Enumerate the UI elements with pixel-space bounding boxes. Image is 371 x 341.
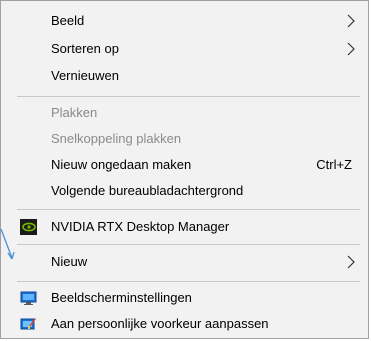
desktop-context-menu: Beeld Sorteren op Vernieuwen Plakken Sne… [0, 0, 369, 339]
menu-item-label: Aan persoonlijke voorkeur aanpassen [51, 316, 269, 331]
menu-item-label: NVIDIA RTX Desktop Manager [51, 219, 230, 234]
menu-item-label: Volgende bureaubladachtergrond [51, 183, 244, 198]
menu-item-persoonlijke-voorkeur[interactable]: Aan persoonlijke voorkeur aanpassen [1, 311, 368, 337]
chevron-right-icon [347, 255, 355, 269]
menu-item-beeld[interactable]: Beeld [1, 8, 368, 34]
menu-item-beeldscherminstellingen[interactable]: Beeldscherminstellingen [1, 285, 368, 311]
menu-item-label: Beeld [51, 13, 85, 28]
personalize-icon [20, 318, 36, 330]
menu-item-vernieuwen[interactable]: Vernieuwen [1, 63, 368, 89]
shortcut-text: Ctrl+Z [316, 157, 352, 172]
menu-item-label: Nieuw [51, 254, 88, 269]
menu-separator [17, 96, 360, 97]
menu-separator [17, 209, 360, 210]
menu-item-volgende-bureaubladachtergrond[interactable]: Volgende bureaubladachtergrond [1, 178, 368, 204]
menu-item-nieuw-ongedaan-maken[interactable]: Nieuw ongedaan maken Ctrl+Z [1, 152, 368, 178]
menu-item-snelkoppeling-plakken: Snelkoppeling plakken [1, 126, 368, 152]
chevron-right-icon [347, 14, 355, 28]
nvidia-icon [20, 219, 37, 235]
menu-item-label: Nieuw ongedaan maken [51, 157, 192, 172]
menu-item-nvidia-rtx-desktop-manager[interactable]: NVIDIA RTX Desktop Manager [1, 214, 368, 240]
menu-separator [17, 281, 360, 282]
menu-item-label: Vernieuwen [51, 68, 119, 83]
menu-item-label: Beeldscherminstellingen [51, 290, 192, 305]
menu-separator [17, 244, 360, 245]
menu-item-label: Plakken [51, 105, 98, 120]
chevron-right-icon [347, 42, 355, 56]
menu-item-sorteren-op[interactable]: Sorteren op [1, 36, 368, 62]
menu-item-label: Snelkoppeling plakken [51, 131, 182, 146]
menu-item-nieuw[interactable]: Nieuw [1, 249, 368, 275]
menu-item-label: Sorteren op [51, 41, 119, 56]
display-settings-icon [20, 291, 37, 305]
menu-item-plakken: Plakken [1, 100, 368, 126]
pointer-arrow-icon [0, 228, 15, 260]
